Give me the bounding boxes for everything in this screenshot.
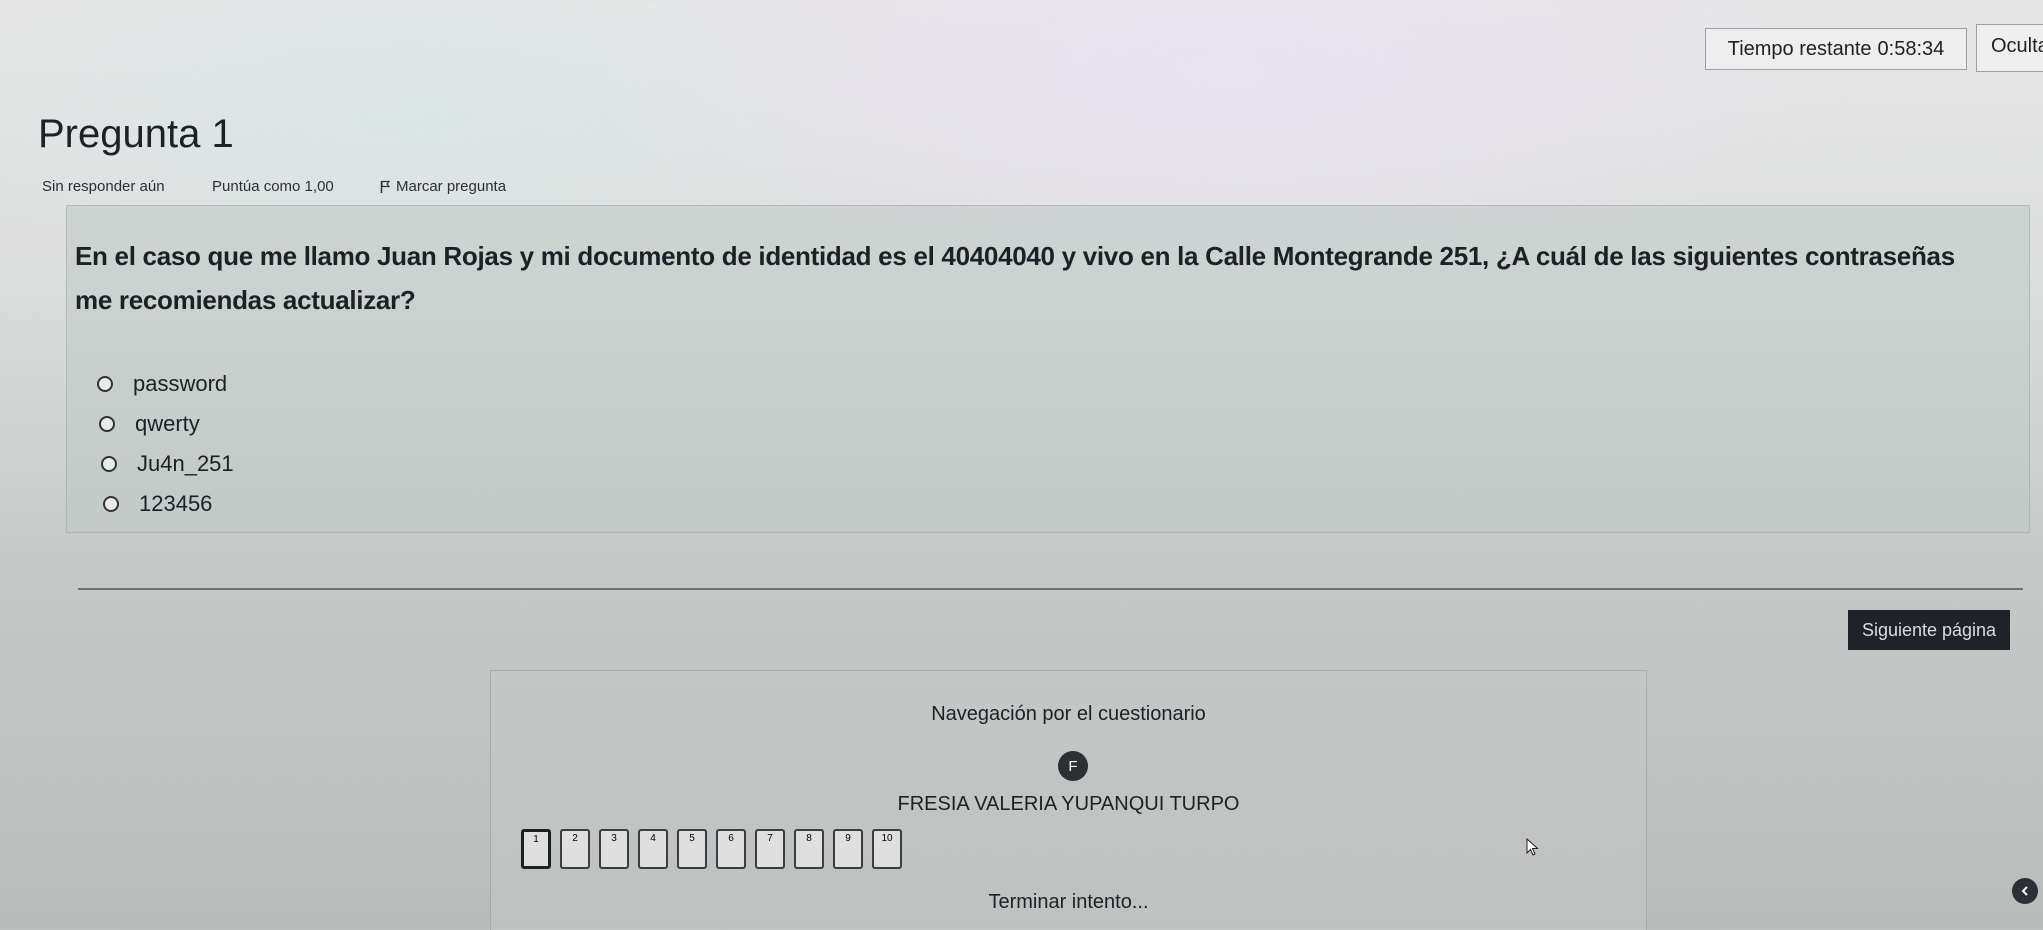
user-name: FRESIA VALERIA YUPANQUI TURPO (897, 793, 1240, 815)
quiz-navigation-title: Navegación por el cuestionario (931, 703, 1206, 725)
timer: Tiempo restante 0:58:34 (1705, 28, 1967, 70)
chevron-left-icon (2021, 886, 2028, 896)
question-nav-button-9[interactable]: 9 (833, 829, 863, 869)
question-nav-button-1[interactable]: 1 (521, 829, 551, 869)
flag-question-link[interactable]: Marcar pregunta (380, 178, 506, 195)
question-nav-button-4[interactable]: 4 (638, 829, 668, 869)
quiz-navigation: Navegación por el cuestionario F FRESIA … (490, 670, 1647, 930)
question-grade: Puntúa como 1,00 (212, 178, 334, 195)
question-nav-button-6[interactable]: 6 (716, 829, 746, 869)
question-state: Sin responder aún (42, 178, 165, 195)
radio-icon[interactable] (97, 376, 113, 392)
question-nav-button-3[interactable]: 3 (599, 829, 629, 869)
divider (78, 588, 2023, 590)
answer-label: 123456 (139, 491, 213, 516)
answer-option[interactable]: qwerty (97, 404, 234, 444)
question-text-line-2: me recomiendas actualizar? (75, 285, 416, 315)
answer-label: password (133, 371, 228, 396)
radio-icon[interactable] (99, 416, 115, 432)
mouse-cursor-icon (1526, 838, 1539, 856)
question-text: En el caso que me llamo Juan Rojas y mi … (75, 234, 2015, 322)
question-nav-button-8[interactable]: 8 (794, 829, 824, 869)
question-nav-button-7[interactable]: 7 (755, 829, 785, 869)
question-info: Sin responder aún Puntúa como 1,00 Marca… (42, 178, 506, 195)
avatar: F (1058, 751, 1088, 781)
timer-label: Tiempo restante (1727, 37, 1872, 60)
question-nav-button-5[interactable]: 5 (677, 829, 707, 869)
question-nav-buttons: 1 2 3 4 5 6 7 8 9 10 (521, 829, 902, 869)
question-title: Pregunta 1 (38, 112, 234, 156)
question-nav-button-2[interactable]: 2 (560, 829, 590, 869)
answer-label: Ju4n_251 (137, 451, 234, 476)
answer-option[interactable]: password (97, 364, 234, 404)
question-text-line-1: En el caso que me llamo Juan Rojas y mi … (75, 241, 1955, 271)
answer-option[interactable]: 123456 (97, 484, 234, 524)
finish-attempt-link[interactable]: Terminar intento... (491, 891, 1646, 914)
radio-icon[interactable] (103, 496, 119, 512)
flag-icon (380, 180, 390, 193)
scroll-button[interactable] (2012, 878, 2038, 904)
question-card: En el caso que me llamo Juan Rojas y mi … (66, 205, 2030, 533)
radio-icon[interactable] (101, 456, 117, 472)
next-page-button[interactable]: Siguiente página (1848, 610, 2010, 650)
answer-label: qwerty (135, 411, 200, 436)
answer-list: password qwerty Ju4n_251 123456 (97, 364, 234, 524)
flag-question-label: Marcar pregunta (396, 178, 507, 195)
answer-option[interactable]: Ju4n_251 (97, 444, 234, 484)
timer-value: 0:58:34 (1877, 37, 1945, 60)
question-nav-button-10[interactable]: 10 (872, 829, 902, 869)
hide-timer-button[interactable]: Oculta (1976, 24, 2043, 72)
